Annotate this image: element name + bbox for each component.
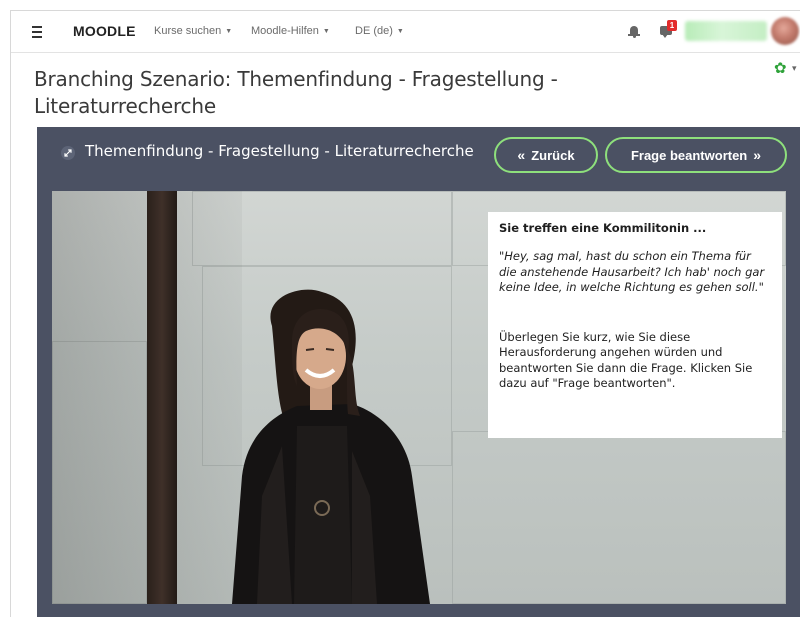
nav-kurse-suchen-label: Kurse suchen (154, 25, 222, 37)
caret-down-icon[interactable]: ▾ (792, 63, 797, 74)
scenario-image: Sie treffen eine Kommilitonin ... "Hey, … (52, 191, 786, 604)
hamburger-icon[interactable] (25, 23, 49, 41)
nav-moodle-hilfen-label: Moodle-Hilfen (251, 25, 319, 37)
brand-logo[interactable]: MOODLE (73, 23, 136, 39)
avatar[interactable] (771, 17, 799, 45)
gear-icon[interactable]: ✿ (774, 59, 787, 77)
back-button-label: Zurück (531, 147, 575, 163)
pillar (147, 191, 177, 604)
user-name[interactable] (685, 21, 767, 41)
page-title: Branching Szenario: Themenfindung - Frag… (34, 67, 558, 118)
answer-button-label: Frage beantworten (630, 147, 748, 163)
double-chevron-right-icon: » (753, 147, 762, 163)
nav-language-label: DE (de) (355, 25, 393, 37)
nav-language[interactable]: DE (de) ▼ (355, 25, 404, 37)
notification-badge: 1 (667, 20, 677, 31)
navbar: MOODLE Kurse suchen ▼ Moodle-Hilfen ▼ DE (… (11, 11, 800, 53)
back-button[interactable]: « Zurück (494, 137, 598, 173)
caret-down-icon: ▼ (322, 28, 330, 35)
moodle-window: MOODLE Kurse suchen ▼ Moodle-Hilfen ▼ DE (… (10, 10, 800, 617)
caret-down-icon: ▼ (396, 28, 404, 35)
dialog-quote: "Hey, sag mal, hast du schon ein Thema f… (499, 249, 765, 294)
dialog-heading: Sie treffen eine Kommilitonin ... (499, 221, 707, 235)
bell-icon[interactable] (628, 25, 640, 39)
fullscreen-icon[interactable] (61, 146, 75, 160)
dialog-box: Sie treffen eine Kommilitonin ... "Hey, … (488, 212, 782, 438)
caret-down-icon: ▼ (225, 28, 233, 35)
branching-scenario-panel: Themenfindung - Fragestellung - Literatu… (37, 127, 800, 617)
activity-title: Themenfindung - Fragestellung - Literatu… (85, 142, 474, 160)
nav-kurse-suchen[interactable]: Kurse suchen ▼ (154, 25, 232, 37)
dialog-instruction: Überlegen Sie kurz, wie Sie diese Heraus… (499, 329, 753, 391)
woman-figure (232, 289, 430, 604)
double-chevron-left-icon: « (517, 147, 526, 163)
answer-question-button[interactable]: Frage beantworten » (605, 137, 787, 173)
nav-moodle-hilfen[interactable]: Moodle-Hilfen ▼ (251, 25, 330, 37)
